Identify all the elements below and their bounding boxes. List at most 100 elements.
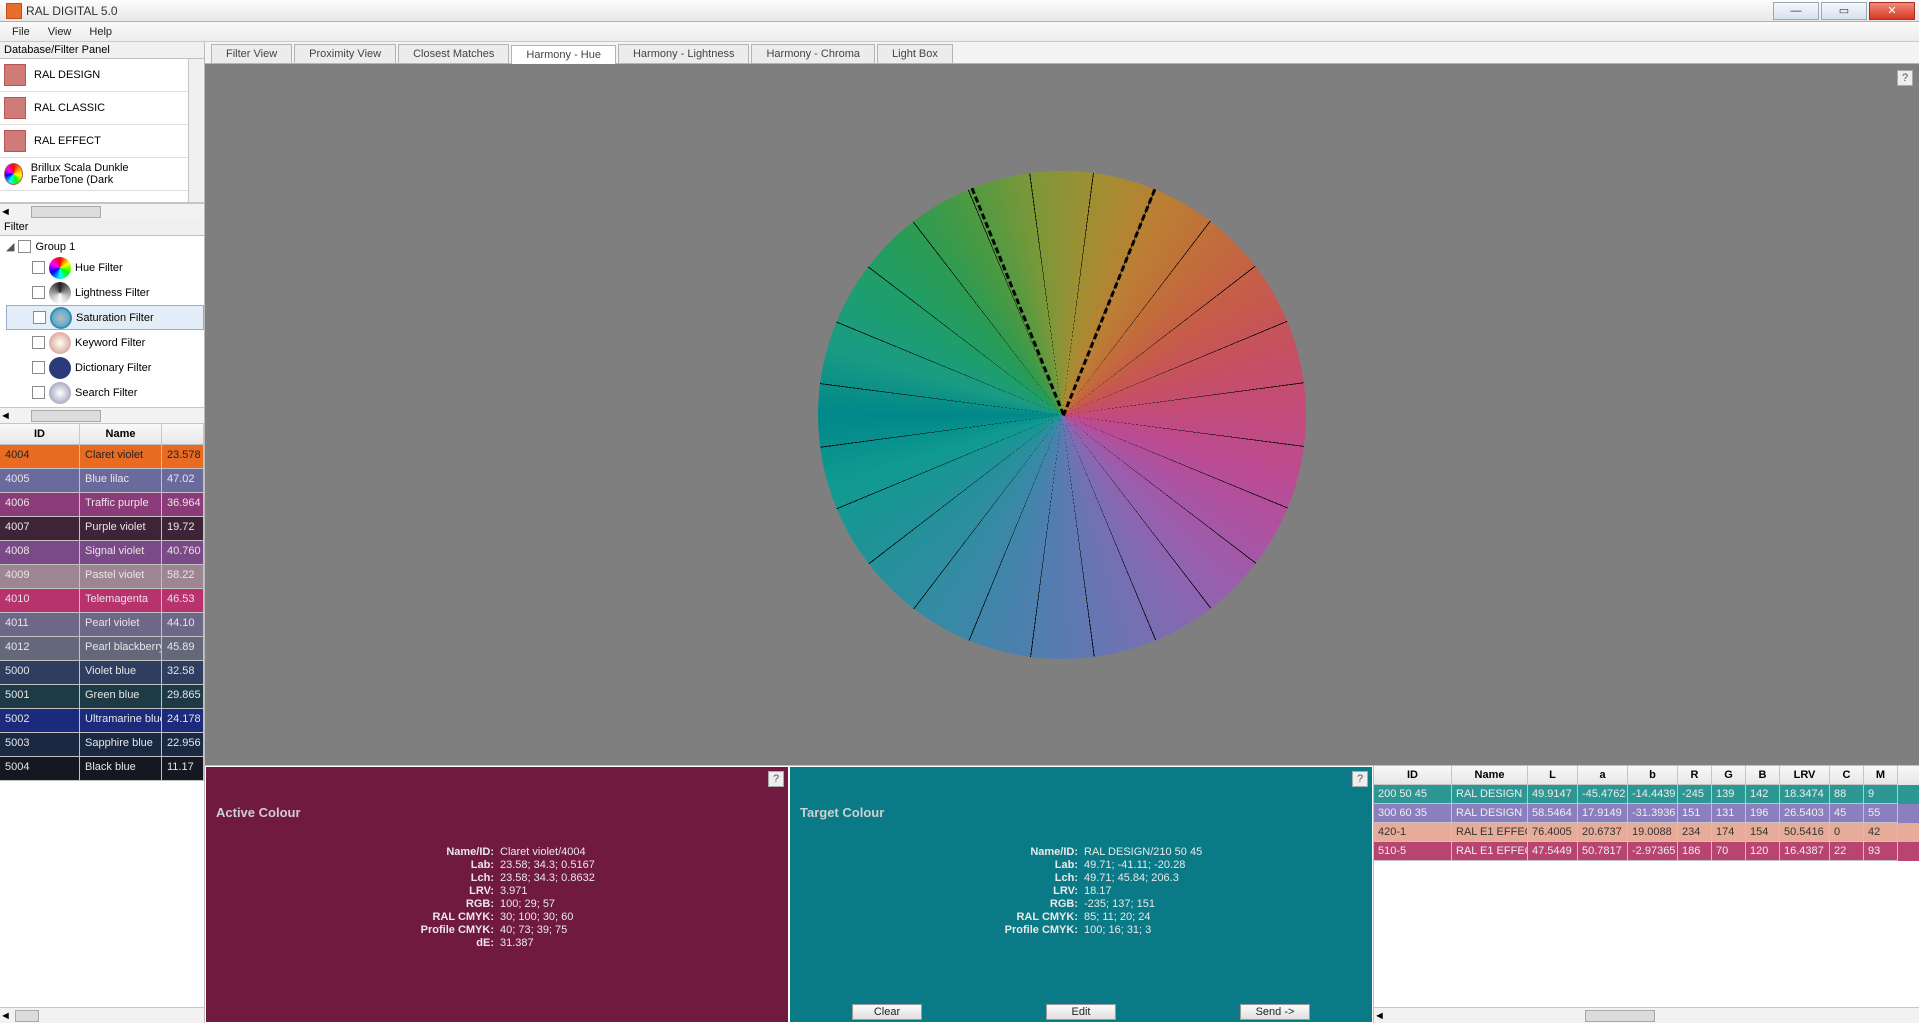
colour-row[interactable]: 4012Pearl blackberry45.89 xyxy=(0,637,204,661)
matches-cell: 200 50 45 xyxy=(1374,785,1452,804)
viewport-help-button[interactable]: ? xyxy=(1897,70,1913,86)
hue-wheel[interactable] xyxy=(818,171,1306,659)
colour-row[interactable]: 4006Traffic purple36.964 xyxy=(0,493,204,517)
matches-header[interactable]: Name xyxy=(1452,766,1528,785)
colour-name: Pearl blackberry xyxy=(80,637,162,661)
matches-header[interactable]: b xyxy=(1628,766,1678,785)
database-swatch-icon xyxy=(4,163,23,185)
matches-hscroll[interactable]: ◄ xyxy=(1374,1007,1919,1023)
matches-row[interactable]: 200 50 45RAL DESIGN49.9147-45.4762-14.44… xyxy=(1374,785,1919,804)
matches-header[interactable]: a xyxy=(1578,766,1628,785)
matches-cell: -45.4762 xyxy=(1578,785,1628,804)
filter-item[interactable]: Keyword Filter xyxy=(6,330,204,355)
matches-header[interactable]: LRV xyxy=(1780,766,1830,785)
matches-header[interactable]: R xyxy=(1678,766,1712,785)
edit-button[interactable]: Edit xyxy=(1046,1004,1116,1020)
hue-icon xyxy=(49,257,71,279)
send-button[interactable]: Send -> xyxy=(1240,1004,1310,1020)
prop-key: Name/ID: xyxy=(918,846,1078,858)
tab-harmony-lightness[interactable]: Harmony - Lightness xyxy=(618,44,750,63)
filter-item[interactable]: Hue Filter xyxy=(6,255,204,280)
group-checkbox[interactable] xyxy=(18,240,31,253)
filter-label: Dictionary Filter xyxy=(75,362,151,374)
colour-value: 36.964 xyxy=(162,493,204,517)
filter-checkbox[interactable] xyxy=(32,361,45,374)
filter-checkbox[interactable] xyxy=(32,386,45,399)
filter-item[interactable]: Saturation Filter xyxy=(6,305,204,330)
matches-row[interactable]: 300 60 35RAL DESIGN58.546417.9149-31.393… xyxy=(1374,804,1919,823)
colour-name: Traffic purple xyxy=(80,493,162,517)
filter-checkbox[interactable] xyxy=(33,311,46,324)
colour-row[interactable]: 4011Pearl violet44.10 xyxy=(0,613,204,637)
matches-header[interactable]: M xyxy=(1864,766,1898,785)
tab-closest-matches[interactable]: Closest Matches xyxy=(398,44,509,63)
filter-item[interactable]: Search Filter xyxy=(6,380,204,405)
active-help-button[interactable]: ? xyxy=(768,771,784,787)
matches-header[interactable]: L xyxy=(1528,766,1578,785)
colour-row[interactable]: 5004Black blue11.17 xyxy=(0,757,204,781)
clear-button[interactable]: Clear xyxy=(852,1004,922,1020)
colour-id: 5004 xyxy=(0,757,80,781)
database-item[interactable]: RAL DESIGN xyxy=(0,59,188,92)
colgrid-header-id[interactable]: ID xyxy=(0,424,80,444)
tree-expand-icon[interactable]: ◢ xyxy=(6,240,14,253)
tab-filter-view[interactable]: Filter View xyxy=(211,44,292,63)
filter-group-row[interactable]: ◢ Group 1 xyxy=(6,238,204,255)
colour-row[interactable]: 4007Purple violet19.72 xyxy=(0,517,204,541)
colgrid-hscroll[interactable]: ◄ xyxy=(0,1007,204,1023)
active-colour-title: Active Colour xyxy=(216,805,301,820)
database-hscroll[interactable]: ◄ xyxy=(0,203,204,219)
filter-checkbox[interactable] xyxy=(32,286,45,299)
matches-header[interactable]: B xyxy=(1746,766,1780,785)
colour-row[interactable]: 4009Pastel violet58.22 xyxy=(0,565,204,589)
matches-cell: RAL E1 EFFECT xyxy=(1452,823,1528,842)
filter-checkbox[interactable] xyxy=(32,261,45,274)
matches-cell: 300 60 35 xyxy=(1374,804,1452,823)
prop-key: LRV: xyxy=(334,885,494,897)
database-item[interactable]: RAL EFFECT xyxy=(0,125,188,158)
prop-value: 40; 73; 39; 75 xyxy=(500,924,660,936)
database-item[interactable]: RAL CLASSIC xyxy=(0,92,188,125)
database-item[interactable]: Brillux Scala Dunkle FarbeTone (Dark xyxy=(0,158,188,191)
matches-header[interactable]: ID xyxy=(1374,766,1452,785)
colgrid-header-name[interactable]: Name xyxy=(80,424,162,444)
group-label: Group 1 xyxy=(35,241,75,253)
matches-cell: 76.4005 xyxy=(1528,823,1578,842)
menu-view[interactable]: View xyxy=(40,24,80,40)
filter-checkbox[interactable] xyxy=(32,336,45,349)
tab-harmony-hue[interactable]: Harmony - Hue xyxy=(511,45,616,64)
minimize-button[interactable]: — xyxy=(1773,2,1819,20)
filter-item[interactable]: Dictionary Filter xyxy=(6,355,204,380)
colour-value: 23.578 xyxy=(162,445,204,469)
database-scrollbar[interactable] xyxy=(188,59,204,202)
matches-header[interactable]: G xyxy=(1712,766,1746,785)
colour-row[interactable]: 5001Green blue29.865 xyxy=(0,685,204,709)
matches-cell: 18.3474 xyxy=(1780,785,1830,804)
colour-row[interactable]: 4010Telemagenta46.53 xyxy=(0,589,204,613)
colour-row[interactable]: 5000Violet blue32.58 xyxy=(0,661,204,685)
prop-value: 23.58; 34.3; 0.5167 xyxy=(500,859,660,871)
tab-proximity-view[interactable]: Proximity View xyxy=(294,44,396,63)
maximize-button[interactable]: ▭ xyxy=(1821,2,1867,20)
matches-row[interactable]: 510-5RAL E1 EFFECT47.544950.7817-2.97365… xyxy=(1374,842,1919,861)
colour-row[interactable]: 4008Signal violet40.760 xyxy=(0,541,204,565)
colgrid-header-extra[interactable] xyxy=(162,424,204,444)
matches-row[interactable]: 420-1RAL E1 EFFECT76.400520.673719.00882… xyxy=(1374,823,1919,842)
tab-harmony-chroma[interactable]: Harmony - Chroma xyxy=(751,44,875,63)
colour-value: 40.760 xyxy=(162,541,204,565)
matches-cell: 70 xyxy=(1712,842,1746,861)
colour-row[interactable]: 5002Ultramarine blue24.178 xyxy=(0,709,204,733)
filter-item[interactable]: Lightness Filter xyxy=(6,280,204,305)
matches-header[interactable]: C xyxy=(1830,766,1864,785)
colour-row[interactable]: 4004Claret violet23.578 xyxy=(0,445,204,469)
close-button[interactable]: ✕ xyxy=(1869,2,1915,20)
menu-file[interactable]: File xyxy=(4,24,38,40)
colour-row[interactable]: 4005Blue lilac47.02 xyxy=(0,469,204,493)
menu-help[interactable]: Help xyxy=(81,24,120,40)
filter-hscroll[interactable]: ◄ xyxy=(0,407,204,423)
target-help-button[interactable]: ? xyxy=(1352,771,1368,787)
colour-id: 5003 xyxy=(0,733,80,757)
colour-row[interactable]: 5003Sapphire blue22.956 xyxy=(0,733,204,757)
matches-cell: 16.4387 xyxy=(1780,842,1830,861)
tab-light-box[interactable]: Light Box xyxy=(877,44,953,63)
